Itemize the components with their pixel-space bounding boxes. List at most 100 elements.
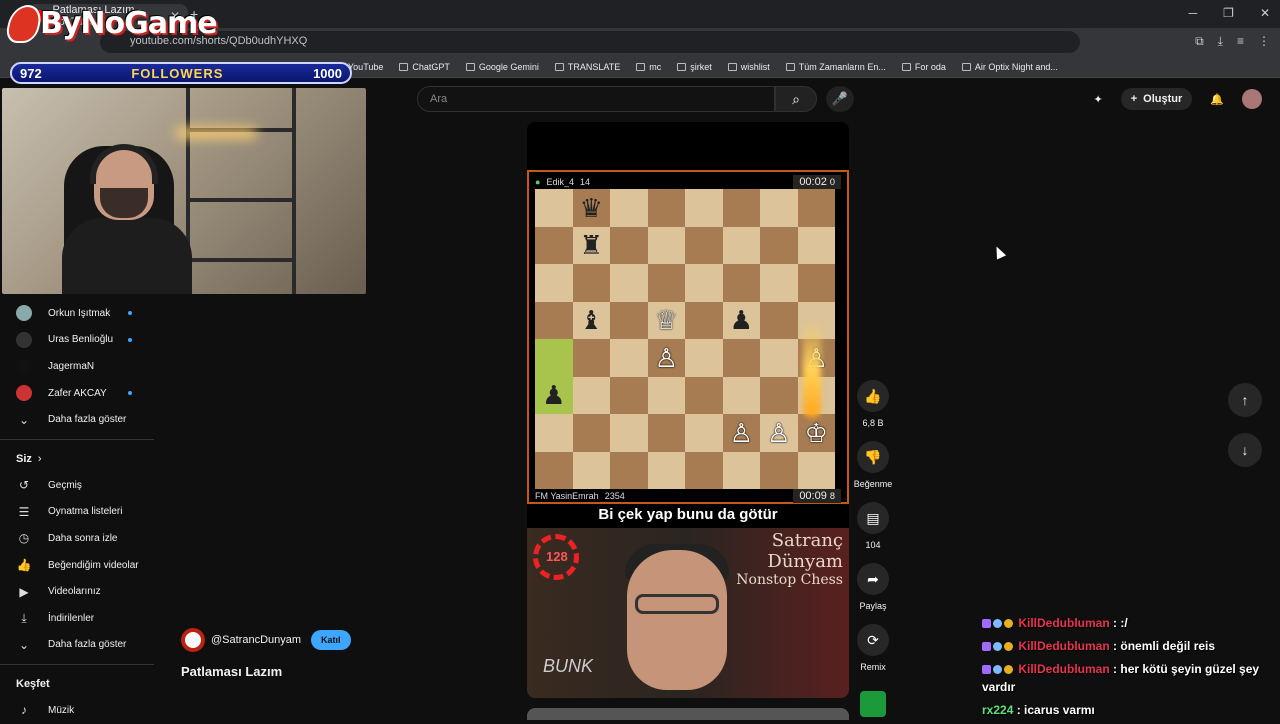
close-window-icon[interactable]: ✕ (1260, 6, 1270, 20)
fire-effect (803, 318, 821, 418)
audio-thumbnail[interactable] (860, 691, 886, 717)
online-dot-icon: ● (535, 177, 541, 187)
folder-icon (677, 62, 687, 71)
live-dot (128, 337, 132, 342)
voice-search-button[interactable]: 🎤 (826, 86, 854, 112)
followers-goal-bar: 972 FOLLOWERS 1000 (10, 62, 352, 84)
shelf-image (186, 88, 296, 294)
channel-handle[interactable]: @SatrancDunyam (211, 634, 301, 646)
sidebar-explore-header: Keşfet (16, 678, 50, 691)
notifications-bell-icon[interactable]: 🔔 (1210, 93, 1224, 106)
bookmark-tum-zamanlarin[interactable]: Tüm Zamanların En... (785, 62, 886, 72)
short-navigation: ↑ ↓ (1228, 383, 1262, 467)
board-square (572, 264, 610, 302)
menu-icon[interactable]: ⋮ (1258, 34, 1270, 49)
comment-button[interactable]: ▤ (857, 502, 889, 534)
sidebar-item-watch-later[interactable]: ◷ Daha sonra izle (0, 525, 160, 552)
like-button[interactable]: 👍 (857, 380, 889, 412)
top-player-bar: ● Edik_4 14 00:02 0 (535, 174, 841, 190)
led-glow (176, 128, 256, 138)
next-short-button[interactable]: ↓ (1228, 433, 1262, 467)
video-caption: Bi çek yap bunu da götür (598, 506, 778, 523)
media-icon[interactable]: ≡ (1237, 34, 1244, 49)
maximize-icon[interactable]: ❐ (1223, 6, 1234, 20)
sub-badge-icon (982, 665, 991, 675)
bookmark-chatgpt[interactable]: ChatGPT (399, 62, 450, 72)
board-square (797, 226, 835, 264)
remix-icon: ⟳ (867, 631, 879, 648)
white-king-icon: ♔ (804, 417, 828, 448)
remix-action[interactable]: ⟳ Remix (857, 624, 889, 672)
white-pawn-icon: ♙ (729, 417, 753, 448)
sidebar-item-show-more[interactable]: ⌄ Daha fazla göster (0, 632, 160, 659)
sidebar-sub-orkun[interactable]: Orkun Işıtmak (0, 300, 160, 327)
board-square (685, 264, 723, 302)
sidebar-sub-zafer[interactable]: Zafer AKCAY (0, 380, 160, 407)
avatar (16, 305, 32, 322)
join-button[interactable]: Katıl (311, 630, 351, 650)
chatgpt-icon (399, 62, 409, 71)
bookmark-translate[interactable]: TRANSLATE (554, 62, 620, 72)
board-square (722, 376, 760, 414)
streamer-body (62, 218, 192, 294)
board-square (722, 226, 760, 264)
sidebar-item-history[interactable]: ↺ Geçmiş (0, 472, 160, 499)
search-input[interactable]: Ara (417, 86, 775, 112)
folder-icon (727, 62, 737, 71)
sidebar-item-playlists[interactable]: ☰ Oynatma listeleri (0, 499, 160, 526)
channel-avatar[interactable] (181, 628, 205, 652)
sidebar-you-header[interactable]: Siz › (0, 446, 160, 472)
arrow-down-icon: ↓ (1241, 442, 1249, 458)
board-square: ♙ (647, 339, 685, 377)
board-square (610, 226, 648, 264)
header-actions: ✦ + Oluştur 🔔 (1094, 88, 1262, 110)
share-button[interactable]: ➦ (857, 563, 889, 595)
url-input[interactable]: youtube.com/shorts/QDb0udhYHXQ (100, 31, 1080, 53)
bookmark-wishlist[interactable]: wishlist (727, 62, 770, 72)
sidebar-item-your-videos[interactable]: ▶ Videolarınız (0, 578, 160, 605)
sidebar-sub-jagerman[interactable]: JagermaN (0, 353, 160, 380)
next-short-preview[interactable] (527, 708, 849, 720)
bookmark-for-oda[interactable]: For oda (901, 62, 946, 72)
followers-goal: 1000 (313, 65, 342, 81)
flame-logo-icon (6, 6, 42, 41)
arrow-up-icon: ↑ (1241, 392, 1249, 408)
sub-badge-icon (982, 619, 991, 629)
board-square (647, 189, 685, 227)
creator-face (627, 550, 727, 690)
minimize-icon[interactable]: ─ (1189, 6, 1198, 20)
short-video-player[interactable]: ● Edik_4 14 00:02 0 ♛♜♝♕♟♙♙♟♙♙♔ FM Yasin… (527, 122, 849, 698)
board-square (685, 376, 723, 414)
like-count: 6,8 B (862, 418, 884, 428)
board-square (610, 189, 648, 227)
sidebar-show-more[interactable]: ⌄ Daha fazla göster (0, 406, 160, 433)
search-button[interactable]: ⌕ (775, 86, 817, 112)
download-icon[interactable]: ⤓ (1218, 34, 1223, 49)
extensions-icon[interactable]: ⧉ (1195, 34, 1204, 49)
board-square (610, 451, 648, 489)
account-avatar[interactable] (1242, 89, 1262, 109)
sidebar-item-downloads[interactable]: ⤓ İndirilenler (0, 605, 160, 632)
channel-info: @SatrancDunyam Katıl (181, 628, 351, 652)
board-square (535, 301, 573, 339)
board-square: ♕ (647, 301, 685, 339)
sidebar-sub-uras[interactable]: Uras Benlioğlu (0, 327, 160, 354)
previous-short-button[interactable]: ↑ (1228, 383, 1262, 417)
plus-icon: + (1130, 93, 1138, 105)
create-button[interactable]: + Oluştur (1120, 88, 1193, 110)
bookmark-gemini[interactable]: Google Gemini (465, 62, 539, 72)
like-action[interactable]: 👍 6,8 B (857, 380, 889, 428)
share-action[interactable]: ➦ Paylaş (857, 563, 889, 611)
bookmark-mc[interactable]: mc (636, 62, 661, 72)
dislike-button[interactable]: 👎 (857, 441, 889, 473)
bookmark-air-optix[interactable]: Air Optix Night and... (961, 62, 1058, 72)
avatar (16, 358, 32, 375)
bookmark-sirket[interactable]: şirket (677, 62, 712, 72)
comment-action[interactable]: ▤ 104 (857, 502, 889, 550)
level-badge-icon (1004, 619, 1013, 629)
dislike-action[interactable]: 👎 Beğenme (854, 441, 892, 489)
sidebar-item-liked[interactable]: 👍 Beğendiğim videolar (0, 552, 160, 579)
bookmark-youtube[interactable]: YouTube (348, 62, 383, 72)
game-controller-icon[interactable]: ✦ (1094, 93, 1103, 106)
remix-button[interactable]: ⟳ (857, 624, 889, 656)
